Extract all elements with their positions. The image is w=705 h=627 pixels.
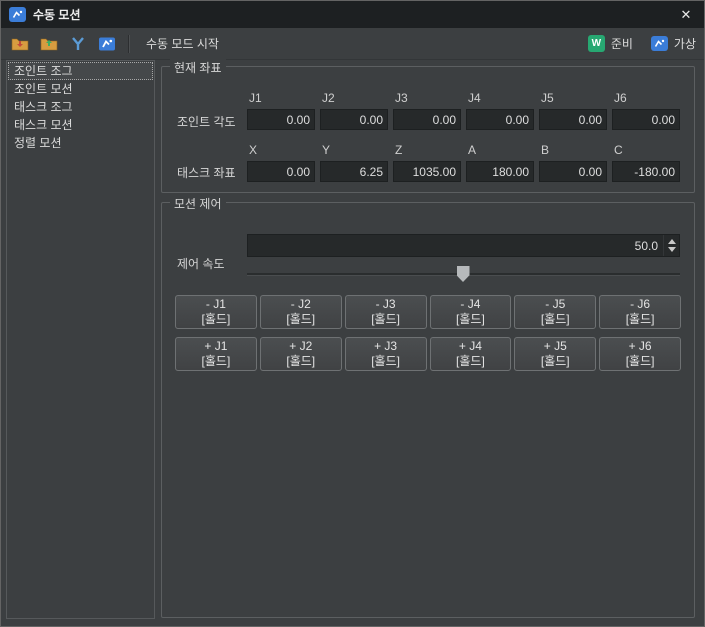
manual-motion-window: 수동 모션 ✕ 수동 모드 시작 W 준비 가상 조인트 조그 (0, 0, 705, 627)
joint-j1-field: J1 0.00 (247, 91, 315, 130)
joint-j1-value: 0.00 (247, 109, 315, 130)
jog-minus-j3-button[interactable]: - J3 [홀드] (345, 295, 427, 329)
branch-icon[interactable] (67, 33, 89, 55)
jog-minus-j5-button[interactable]: - J5 [홀드] (514, 295, 596, 329)
task-b-field: B 0.00 (539, 143, 607, 182)
joint-j4-value: 0.00 (466, 109, 534, 130)
joint-j6-header: J6 (612, 91, 680, 106)
joint-j2-value: 0.00 (320, 109, 388, 130)
joint-j6-value: 0.00 (612, 109, 680, 130)
task-x-header: X (247, 143, 315, 158)
task-z-value: 1035.00 (393, 161, 461, 182)
robot-window-icon[interactable] (96, 33, 118, 55)
task-a-header: A (466, 143, 534, 158)
jog-plus-j4-button[interactable]: + J4 [홀드] (430, 337, 512, 371)
task-coords-row: X 0.00 Y 6.25 Z 1035.00 A 180.00 B 0.00 … (247, 143, 680, 182)
task-a-field: A 180.00 (466, 143, 534, 182)
task-c-header: C (612, 143, 680, 158)
joint-j3-value: 0.00 (393, 109, 461, 130)
jog-minus-j2-button[interactable]: - J2 [홀드] (260, 295, 342, 329)
joint-j5-header: J5 (539, 91, 607, 106)
current-coordinates-title: 현재 좌표 (170, 59, 226, 76)
speed-value[interactable]: 50.0 (248, 239, 663, 253)
slider-handle[interactable] (457, 266, 470, 282)
close-button[interactable]: ✕ (668, 1, 704, 28)
joint-j4-field: J4 0.00 (466, 91, 534, 130)
motion-control-group: 모션 제어 제어 속도 50.0 - J1 [홀드] - J2 [홀드] - J (161, 202, 695, 618)
sidebar-item-joint-motion[interactable]: 조인트 모션 (8, 80, 153, 98)
task-c-field: C -180.00 (612, 143, 680, 182)
joint-j4-header: J4 (466, 91, 534, 106)
jog-button-grid: - J1 [홀드] - J2 [홀드] - J3 [홀드] - J4 [홀드] … (175, 295, 681, 371)
speed-spinbox[interactable]: 50.0 (247, 234, 680, 257)
task-c-value: -180.00 (612, 161, 680, 182)
task-x-value: 0.00 (247, 161, 315, 182)
task-z-field: Z 1035.00 (393, 143, 461, 182)
joint-j6-field: J6 0.00 (612, 91, 680, 130)
task-y-field: Y 6.25 (320, 143, 388, 182)
joint-j2-header: J2 (320, 91, 388, 106)
toolbar-separator (128, 35, 130, 53)
jog-plus-j5-button[interactable]: + J5 [홀드] (514, 337, 596, 371)
current-coordinates-group: 현재 좌표 조인트 각도 J1 0.00 J2 0.00 J3 0.00 J4 … (161, 66, 695, 193)
speed-label: 제어 속도 (177, 255, 225, 272)
ready-status-icon: W (588, 35, 605, 52)
jog-minus-j4-button[interactable]: - J4 [홀드] (430, 295, 512, 329)
folder-open-icon[interactable] (9, 33, 31, 55)
motion-control-title: 모션 제어 (170, 195, 226, 212)
status-area: W 준비 가상 (588, 35, 696, 52)
joint-j3-header: J3 (393, 91, 461, 106)
sidebar-item-task-motion[interactable]: 태스크 모션 (8, 116, 153, 134)
window-title: 수동 모션 (33, 6, 81, 23)
jog-plus-j3-button[interactable]: + J3 [홀드] (345, 337, 427, 371)
sidebar-item-task-jog[interactable]: 태스크 조그 (8, 98, 153, 116)
titlebar[interactable]: 수동 모션 ✕ (1, 1, 704, 28)
task-b-value: 0.00 (539, 161, 607, 182)
virtual-status-label: 가상 (674, 35, 696, 52)
joint-angles-row: J1 0.00 J2 0.00 J3 0.00 J4 0.00 J5 0.00 … (247, 91, 680, 130)
sidebar-item-align-motion[interactable]: 정렬 모션 (8, 134, 153, 152)
jog-minus-j1-button[interactable]: - J1 [홀드] (175, 295, 257, 329)
sidebar-item-joint-jog[interactable]: 조인트 조그 (8, 62, 153, 80)
spin-down-button[interactable] (668, 247, 676, 252)
ready-status-label: 준비 (611, 35, 633, 52)
jog-plus-j6-button[interactable]: + J6 [홀드] (599, 337, 681, 371)
task-b-header: B (539, 143, 607, 158)
task-coords-label: 태스크 좌표 (177, 164, 236, 181)
start-manual-mode-button[interactable]: 수동 모드 시작 (140, 32, 225, 55)
app-icon (9, 7, 26, 22)
joint-j1-header: J1 (247, 91, 315, 106)
folder-save-icon[interactable] (38, 33, 60, 55)
toolbar: 수동 모드 시작 W 준비 가상 (1, 28, 704, 60)
task-a-value: 180.00 (466, 161, 534, 182)
jog-plus-j1-button[interactable]: + J1 [홀드] (175, 337, 257, 371)
spin-up-button[interactable] (668, 239, 676, 244)
jog-minus-j6-button[interactable]: - J6 [홀드] (599, 295, 681, 329)
spinner-buttons (663, 235, 679, 256)
jog-plus-j2-button[interactable]: + J2 [홀드] (260, 337, 342, 371)
virtual-robot-icon (651, 36, 668, 51)
task-y-value: 6.25 (320, 161, 388, 182)
joint-j3-field: J3 0.00 (393, 91, 461, 130)
sidebar-list: 조인트 조그 조인트 모션 태스크 조그 태스크 모션 정렬 모션 (6, 60, 155, 619)
joint-angles-label: 조인트 각도 (177, 113, 236, 130)
speed-slider[interactable] (247, 265, 680, 283)
joint-j2-field: J2 0.00 (320, 91, 388, 130)
task-x-field: X 0.00 (247, 143, 315, 182)
joint-j5-value: 0.00 (539, 109, 607, 130)
task-y-header: Y (320, 143, 388, 158)
task-z-header: Z (393, 143, 461, 158)
joint-j5-field: J5 0.00 (539, 91, 607, 130)
